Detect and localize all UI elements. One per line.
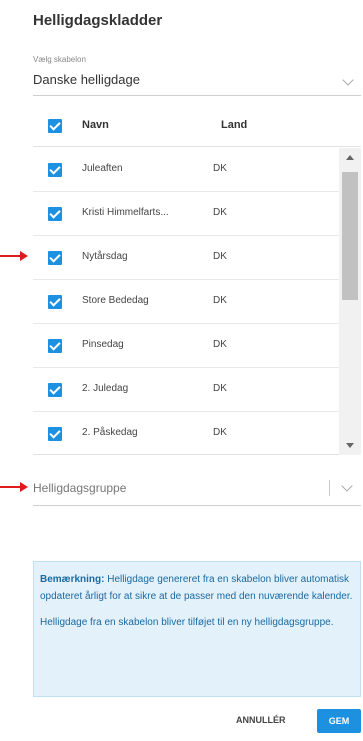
row-checkbox[interactable] <box>48 339 62 353</box>
chevron-down-icon <box>342 74 354 86</box>
select-separator <box>329 480 330 496</box>
table-row[interactable]: 2. Påskedag DK <box>33 412 341 455</box>
template-select-label: Vælg skabelon <box>33 55 86 64</box>
holiday-name: 2. Påskedag <box>82 427 138 438</box>
row-checkbox[interactable] <box>48 207 62 221</box>
row-checkbox[interactable] <box>48 251 62 265</box>
holiday-land: DK <box>213 163 227 174</box>
holiday-name: Juleaften <box>82 163 123 174</box>
holiday-name: Nytårsdag <box>82 251 128 262</box>
holiday-name: 2. Juledag <box>82 383 129 394</box>
row-checkbox[interactable] <box>48 383 62 397</box>
scrollbar-thumb[interactable] <box>342 172 358 300</box>
table-scrollbar[interactable] <box>339 148 361 455</box>
holiday-table: Navn Land Juleaften DK Kristi Himmelfart… <box>33 105 361 455</box>
holiday-land: DK <box>213 207 227 218</box>
save-button[interactable]: GEM <box>317 709 361 733</box>
row-checkbox[interactable] <box>48 295 62 309</box>
row-checkbox[interactable] <box>48 427 62 441</box>
row-checkbox[interactable] <box>48 163 62 177</box>
table-row[interactable]: Kristi Himmelfarts... DK <box>33 192 341 236</box>
scroll-down-arrow-icon[interactable] <box>346 443 354 448</box>
template-select[interactable]: Danske helligdage <box>33 66 361 96</box>
annotation-arrow-icon <box>0 481 32 493</box>
holiday-name: Pinsedag <box>82 339 124 350</box>
column-header-name: Navn <box>82 119 109 131</box>
table-header: Navn Land <box>33 105 361 147</box>
dialog-title: Helligdagskladder <box>33 12 163 29</box>
note-paragraph-2: Helligdage fra en skabelon bliver tilføj… <box>40 617 334 628</box>
table-row[interactable]: Nytårsdag DK <box>33 236 341 280</box>
table-row[interactable]: Pinsedag DK <box>33 324 341 368</box>
info-note: Bemærkning: Helligdage genereret fra en … <box>33 561 361 697</box>
annotation-arrow-icon <box>0 250 32 262</box>
table-body: Juleaften DK Kristi Himmelfarts... DK Ny… <box>33 148 341 455</box>
holiday-template-dialog: Helligdagskladder Vælg skabelon Danske h… <box>0 0 363 741</box>
note-paragraph-1: Bemærkning: Helligdage genereret fra en … <box>40 571 354 605</box>
table-row[interactable]: 2. Juledag DK <box>33 368 341 412</box>
note-bold-label: Bemærkning: <box>40 574 105 585</box>
select-all-checkbox[interactable] <box>48 119 62 133</box>
table-row[interactable]: Store Bededag DK <box>33 280 341 324</box>
holiday-land: DK <box>213 339 227 350</box>
holiday-name: Store Bededag <box>82 295 149 306</box>
cancel-button[interactable]: ANNULLÉR <box>236 715 286 725</box>
holiday-group-placeholder: Helligdagsgruppe <box>33 481 127 495</box>
holiday-group-select[interactable]: Helligdagsgruppe <box>33 472 361 506</box>
holiday-land: DK <box>213 251 227 262</box>
holiday-land: DK <box>213 295 227 306</box>
holiday-land: DK <box>213 383 227 394</box>
template-select-value: Danske helligdage <box>33 72 140 87</box>
holiday-name: Kristi Himmelfarts... <box>82 207 169 218</box>
scroll-up-arrow-icon[interactable] <box>346 155 354 160</box>
holiday-land: DK <box>213 427 227 438</box>
column-header-land: Land <box>221 119 248 131</box>
table-row[interactable]: Juleaften DK <box>33 148 341 192</box>
chevron-down-icon <box>341 480 353 492</box>
